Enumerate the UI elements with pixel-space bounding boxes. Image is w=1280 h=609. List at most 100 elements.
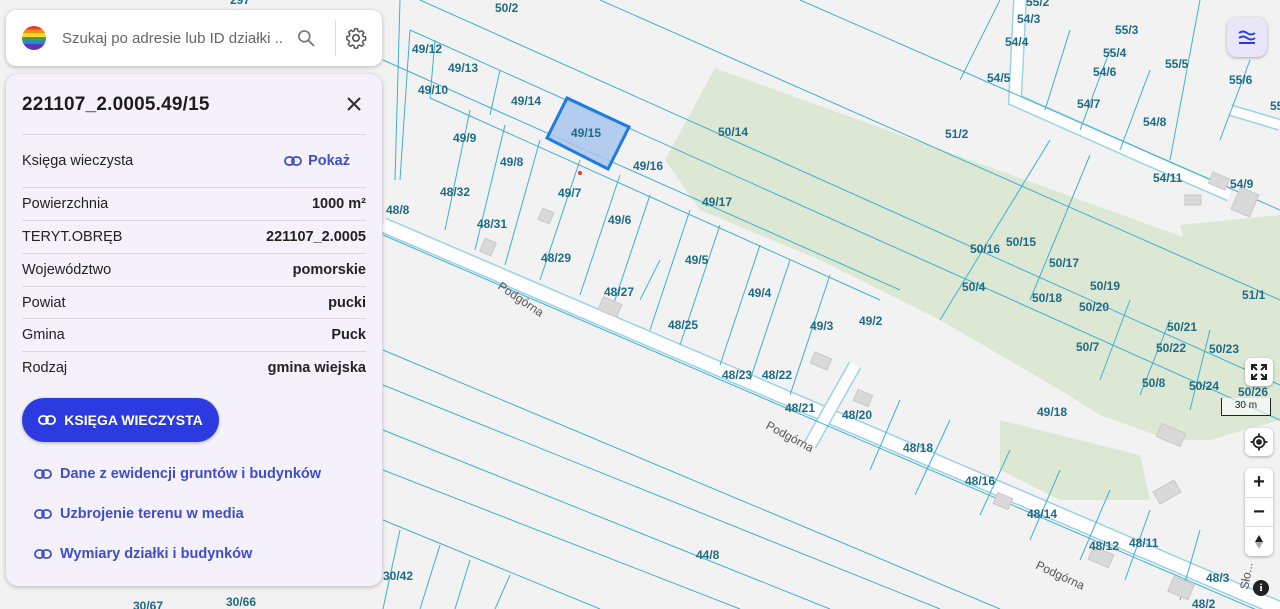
parcel-label: 48/27 bbox=[604, 285, 634, 299]
parcel-label: 49/8 bbox=[500, 155, 524, 169]
compass-icon[interactable] bbox=[1245, 526, 1273, 556]
search-input[interactable] bbox=[60, 28, 284, 48]
parcel-label: 48/31 bbox=[477, 217, 507, 231]
parcel-label: 50/14 bbox=[718, 125, 748, 139]
parcel-label: 50/7 bbox=[1076, 340, 1100, 354]
parcel-label: 49/16 bbox=[633, 159, 663, 173]
search-divider bbox=[335, 20, 336, 56]
parcel-label: 48/14 bbox=[1027, 507, 1057, 521]
parcel-label: 48/20 bbox=[842, 408, 872, 422]
parcel-label: 50/23 bbox=[1209, 342, 1239, 356]
parcel-label: 49/3 bbox=[810, 319, 834, 333]
parcel-label: 30/66 bbox=[226, 595, 256, 609]
search-bar bbox=[6, 10, 382, 66]
parcel-label: 48/16 bbox=[965, 474, 995, 488]
parcel-label: 55/6 bbox=[1229, 73, 1253, 87]
parcel-label: 44/8 bbox=[696, 548, 720, 562]
parcel-label: 54/4 bbox=[1005, 35, 1029, 49]
parcel-label: 54/11 bbox=[1153, 171, 1183, 185]
parcel-label: 54/7 bbox=[1077, 97, 1101, 111]
link-label: Wymiary działki i budynków bbox=[60, 546, 253, 562]
link-label: Dane z ewidencji gruntów i budynków bbox=[60, 466, 322, 482]
show-link-label: Pokaż bbox=[308, 153, 350, 169]
parcel-label: 48/32 bbox=[440, 185, 470, 199]
parcel-label: 54/9 bbox=[1230, 177, 1254, 191]
plus-icon[interactable]: + bbox=[1245, 468, 1273, 497]
parcel-label: 48/11 bbox=[1129, 536, 1159, 550]
parcel-label: 48/25 bbox=[668, 318, 698, 332]
parcel-label: 49/9 bbox=[453, 131, 477, 145]
parcel-label: 50/16 bbox=[970, 242, 1000, 256]
row-divider bbox=[22, 134, 366, 135]
show-link[interactable]: Pokaż bbox=[284, 153, 350, 169]
parcel-label: 51/1 bbox=[1242, 288, 1266, 302]
parcel-label: 49/13 bbox=[448, 61, 478, 75]
link-icon bbox=[38, 415, 57, 425]
gear-icon[interactable] bbox=[342, 24, 370, 52]
minus-icon[interactable]: − bbox=[1245, 497, 1273, 527]
parcel-label: 51/2 bbox=[945, 127, 969, 141]
parcel-label: 50/22 bbox=[1156, 341, 1186, 355]
row-label: Powiat bbox=[22, 295, 66, 311]
parcel-label: 49/17 bbox=[702, 195, 732, 209]
row-label: Księga wieczysta bbox=[22, 153, 134, 169]
parcel-label: 54/3 bbox=[1017, 12, 1041, 26]
row-label: Powierzchnia bbox=[22, 196, 109, 212]
link-uzbrojenie-terenu[interactable]: Uzbrojenie terenu w media bbox=[34, 506, 244, 522]
link-label: Uzbrojenie terenu w media bbox=[60, 506, 244, 522]
parcel-label: 50/2 bbox=[495, 1, 519, 15]
parcel-label: 50/18 bbox=[1032, 291, 1062, 305]
parcel-label: 48/18 bbox=[903, 441, 933, 455]
row-value: Puck bbox=[331, 327, 366, 343]
row-label: Województwo bbox=[22, 262, 112, 278]
info-icon[interactable]: i bbox=[1253, 580, 1269, 596]
link-icon bbox=[34, 549, 52, 559]
panel-title: 221107_2.0005.49/15 bbox=[22, 94, 210, 115]
row-value: pomorskie bbox=[292, 262, 366, 278]
parcel-label: 49/15 bbox=[571, 126, 601, 140]
parcel-label: 30/67 bbox=[133, 599, 163, 609]
close-icon[interactable] bbox=[342, 92, 366, 116]
parcel-label: 50/20 bbox=[1079, 300, 1109, 314]
parcel-label: 49/18 bbox=[1037, 405, 1067, 419]
row-label: TERYT.OBRĘB bbox=[22, 229, 123, 245]
app-logo-icon bbox=[22, 26, 46, 50]
parcel-label: 54/6 bbox=[1093, 65, 1117, 79]
parcel-label: 49/4 bbox=[748, 286, 772, 300]
parcel-label: 49/2 bbox=[859, 314, 883, 328]
parcel-label: 48/2 bbox=[1192, 597, 1216, 609]
parcel-label: 50/8 bbox=[1142, 376, 1166, 390]
parcel-label: 297 bbox=[230, 0, 250, 7]
layers-icon[interactable] bbox=[1227, 17, 1267, 57]
parcel-label: 48/21 bbox=[785, 401, 815, 415]
parcel-label: 49/7 bbox=[558, 186, 582, 200]
parcel-label: 50/15 bbox=[1006, 235, 1036, 249]
parcel-label: 48/29 bbox=[541, 251, 571, 265]
row-label: Rodzaj bbox=[22, 360, 68, 376]
fullscreen-icon[interactable] bbox=[1245, 358, 1273, 386]
ksiega-wieczysta-button-label: KSIĘGA WIECZYSTA bbox=[64, 412, 203, 428]
parcel-label: 49/10 bbox=[418, 83, 448, 97]
parcel-label: 48/23 bbox=[722, 368, 752, 382]
parcel-label: 48/3 bbox=[1206, 571, 1230, 585]
parcel-label: 50/17 bbox=[1049, 256, 1079, 270]
row-label: Gmina bbox=[22, 327, 65, 343]
zoom-controls: + − bbox=[1245, 468, 1273, 556]
link-icon bbox=[34, 469, 52, 479]
parcel-label: 48/12 bbox=[1089, 539, 1119, 553]
row-gmina: Gmina Puck bbox=[22, 319, 366, 351]
map-marker-dot bbox=[578, 171, 582, 175]
row-value: gmina wiejska bbox=[267, 360, 366, 376]
parcel-label: 49/5 bbox=[685, 253, 709, 267]
row-wojewodztwo: Województwo pomorskie bbox=[22, 254, 366, 286]
search-icon[interactable] bbox=[292, 24, 320, 52]
link-wymiary-dzialki[interactable]: Wymiary działki i budynków bbox=[34, 546, 252, 562]
row-value: pucki bbox=[328, 295, 366, 311]
locate-icon[interactable] bbox=[1245, 428, 1273, 456]
parcel-info-panel: 221107_2.0005.49/15 Księga wieczysta Pok… bbox=[6, 74, 382, 586]
parcel-label: 55/4 bbox=[1103, 46, 1127, 60]
ksiega-wieczysta-button[interactable]: KSIĘGA WIECZYSTA bbox=[22, 398, 219, 442]
row-value: 221107_2.0005 bbox=[266, 229, 366, 245]
link-icon bbox=[284, 156, 302, 166]
link-dane-ewidencji[interactable]: Dane z ewidencji gruntów i budynków bbox=[34, 466, 321, 482]
